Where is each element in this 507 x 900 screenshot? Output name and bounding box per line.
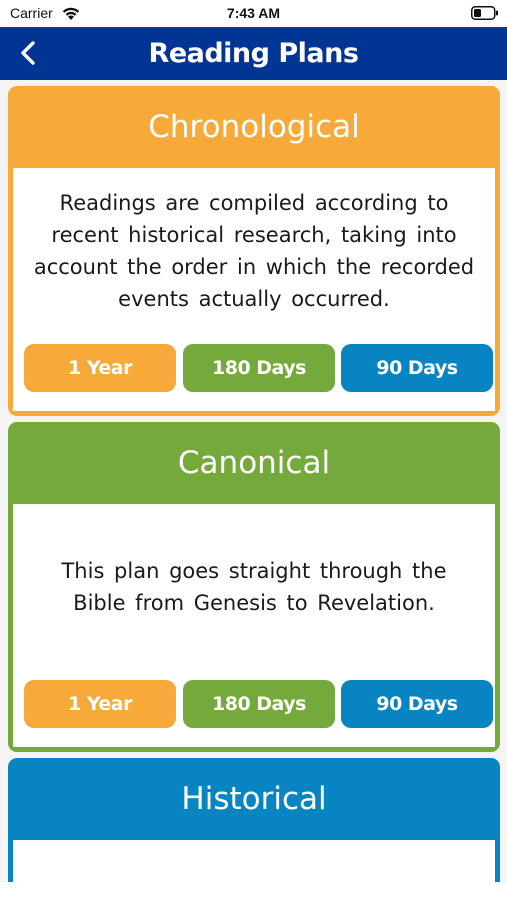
plan-180-days-button[interactable]: 180 Days (183, 344, 335, 392)
battery-icon (471, 6, 498, 20)
page-title: Reading Plans (148, 38, 359, 69)
plan-card-chronological: Chronological Readings are compiled acco… (8, 86, 500, 416)
status-bar: Carrier 7:43 AM (0, 0, 507, 27)
plan-1-year-button[interactable]: 1 Year (24, 680, 176, 728)
plan-title: Canonical (177, 445, 331, 481)
plan-90-days-button[interactable]: 90 Days (341, 680, 493, 728)
plan-card-body: Readings are compiled according to recen… (13, 168, 495, 411)
plan-description: Readings are compiled according to recen… (33, 191, 475, 311)
status-time: 7:43 AM (226, 5, 281, 21)
plan-90-days-button[interactable]: 90 Days (341, 344, 493, 392)
plan-card-historical: Historical (8, 758, 500, 882)
bottom-safe-area (0, 882, 507, 900)
plan-card-body: This plan goes straight through the Bibl… (13, 504, 495, 747)
plan-1-year-button[interactable]: 1 Year (24, 344, 176, 392)
plan-180-days-button[interactable]: 180 Days (183, 680, 335, 728)
navigation-bar: Reading Plans (0, 27, 507, 80)
plan-card-canonical: Canonical This plan goes straight throug… (8, 422, 500, 752)
plans-list[interactable]: Chronological Readings are compiled acco… (0, 80, 507, 882)
plan-title: Historical (181, 781, 327, 817)
plan-description: This plan goes straight through the Bibl… (61, 559, 447, 615)
plan-card-body (13, 840, 495, 882)
plan-title: Chronological (148, 109, 360, 145)
